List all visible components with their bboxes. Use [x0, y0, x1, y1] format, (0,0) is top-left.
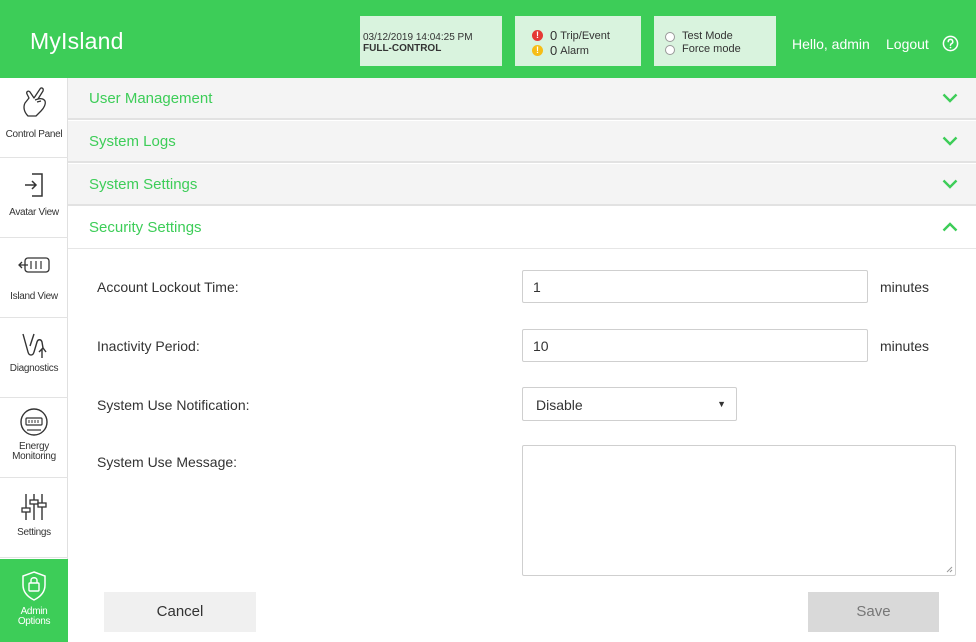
sidebar-item-control-panel[interactable]: Control Panel — [0, 78, 68, 158]
sliders-icon — [21, 494, 47, 520]
system-use-message-textarea[interactable] — [522, 445, 956, 576]
force-mode-option[interactable]: Force mode — [665, 43, 776, 56]
stethoscope-icon — [22, 333, 47, 358]
section-security-settings[interactable]: Security Settings — [68, 207, 976, 249]
force-mode-radio[interactable] — [665, 44, 675, 55]
sidebar-item-avatar-view[interactable]: Avatar View — [0, 158, 68, 238]
test-mode-radio[interactable] — [665, 31, 675, 42]
inactivity-period-label: Inactivity Period: — [97, 338, 200, 354]
alarm-icon: ! — [532, 45, 543, 56]
inactivity-period-unit: minutes — [880, 338, 930, 354]
trip-event-label: Trip/Event — [560, 29, 610, 42]
system-use-notification-select[interactable]: Disable ▼ — [522, 387, 737, 421]
trip-event-row[interactable]: ! 0 Trip/Event — [515, 28, 641, 43]
alarm-row[interactable]: ! 0 Alarm — [515, 43, 641, 58]
section-system-settings[interactable]: System Settings — [68, 164, 976, 206]
test-mode-option[interactable]: Test Mode — [665, 30, 776, 43]
trip-event-count: 0 — [550, 28, 558, 43]
chevron-up-icon[interactable] — [942, 222, 958, 232]
sidebar-item-label: Control Panel — [5, 129, 63, 140]
meter-icon — [20, 408, 48, 436]
user-greeting: Hello, admin — [792, 36, 870, 52]
sidebar-item-label: Settings — [17, 527, 51, 538]
help-icon[interactable] — [942, 35, 959, 52]
section-system-logs[interactable]: System Logs — [68, 121, 976, 163]
sidebar-item-admin-options[interactable]: Admin Options — [0, 559, 68, 642]
datetime-text: 03/12/2019 14:04:25 PM — [363, 32, 473, 43]
sidebar-item-label-line2: Options — [17, 616, 51, 627]
lockout-time-unit: minutes — [880, 279, 930, 295]
resize-grip-icon[interactable] — [945, 565, 953, 573]
caret-down-icon: ▼ — [717, 399, 726, 409]
section-title: Security Settings — [89, 219, 202, 236]
mode-panel: Test Mode Force mode — [654, 16, 776, 66]
sidebar-item-label-line2: Monitoring — [12, 451, 56, 462]
sidebar: Control Panel Avatar View Island View Di… — [0, 78, 68, 642]
logout-link[interactable]: Logout — [886, 36, 929, 52]
chevron-down-icon[interactable] — [942, 136, 958, 146]
force-mode-label: Force mode — [682, 43, 741, 55]
trip-alarm-panel[interactable]: ! 0 Trip/Event ! 0 Alarm — [515, 16, 641, 66]
section-title: System Logs — [89, 133, 176, 150]
sidebar-item-settings[interactable]: Settings — [0, 478, 68, 558]
chevron-down-icon[interactable] — [942, 179, 958, 189]
system-use-notification-label: System Use Notification: — [97, 397, 250, 413]
login-door-icon — [25, 173, 43, 197]
system-use-message-label: System Use Message: — [97, 454, 238, 470]
chevron-down-icon[interactable] — [942, 93, 958, 103]
hand-pointer-icon — [23, 87, 46, 117]
sidebar-item-label: Diagnostics — [9, 363, 59, 374]
sidebar-item-label: Island View — [10, 291, 58, 302]
control-mode-text: FULL-CONTROL — [363, 43, 442, 54]
app-header: MyIsland 03/12/2019 14:04:25 PM FULL-CON… — [0, 0, 976, 78]
app-title: MyIsland — [30, 28, 124, 54]
sidebar-item-diagnostics[interactable]: Diagnostics — [0, 318, 68, 398]
alarm-label: Alarm — [560, 44, 589, 57]
alarm-count: 0 — [550, 43, 558, 58]
section-title: System Settings — [89, 176, 198, 193]
lockout-time-input[interactable] — [522, 270, 868, 303]
select-value: Disable — [536, 397, 583, 413]
datetime-panel: 03/12/2019 14:04:25 PM FULL-CONTROL — [360, 16, 502, 66]
cancel-button[interactable]: Cancel — [104, 592, 256, 632]
sidebar-item-label: Avatar View — [9, 207, 59, 218]
inactivity-period-input[interactable] — [522, 329, 868, 362]
lockout-time-label: Account Lockout Time: — [97, 279, 239, 295]
save-button[interactable]: Save — [808, 592, 939, 632]
sidebar-item-energy-monitoring[interactable]: Energy Monitoring — [0, 398, 68, 478]
test-mode-label: Test Mode — [682, 30, 733, 42]
shield-lock-icon — [22, 571, 46, 601]
sidebar-item-island-view[interactable]: Island View — [0, 238, 68, 318]
trip-event-icon: ! — [532, 30, 543, 41]
island-rack-icon — [18, 257, 50, 273]
section-title: User Management — [89, 90, 213, 107]
section-user-management[interactable]: User Management — [68, 78, 976, 120]
